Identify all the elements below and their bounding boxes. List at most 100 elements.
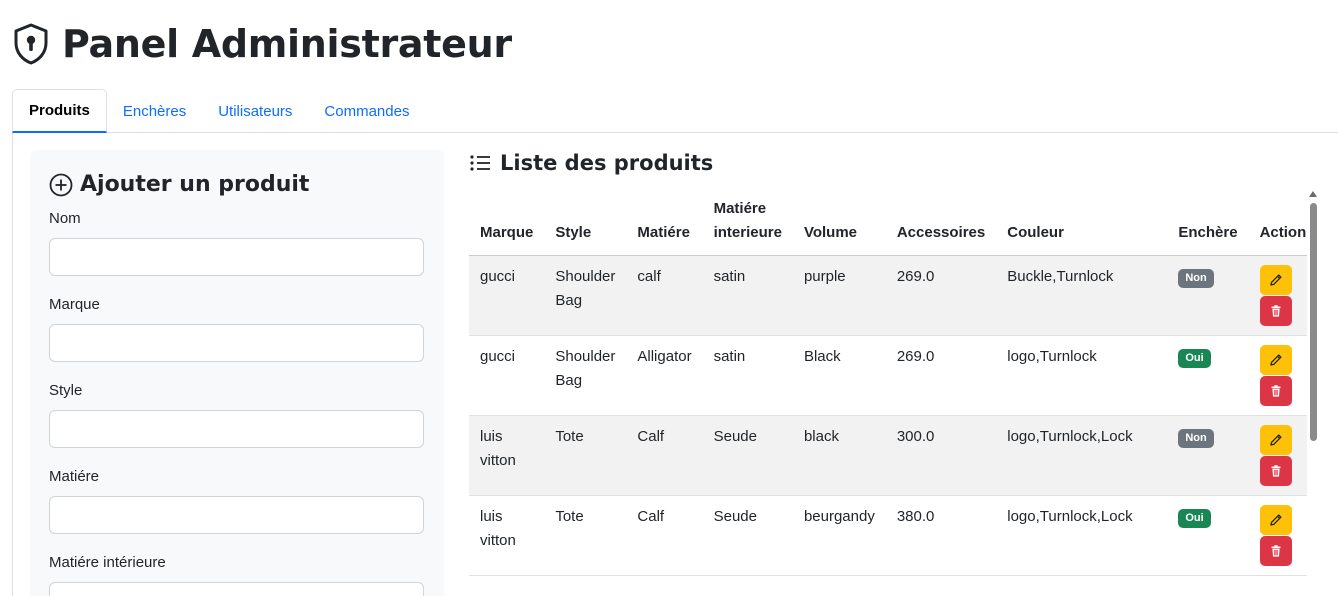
scrollbar-thumb[interactable] <box>1310 203 1317 441</box>
nom-input[interactable] <box>49 238 424 276</box>
tab-content: Ajouter un produit Nom Marque Style Mati… <box>12 133 1338 596</box>
status-badge: Non <box>1178 429 1214 448</box>
page-title: Panel Administrateur <box>62 22 512 66</box>
form-title-text: Ajouter un produit <box>80 172 310 197</box>
matiere-input[interactable] <box>49 496 424 534</box>
table-row: luis vitton Tote Calf Seude black 300.0 … <box>469 415 1307 496</box>
add-product-form: Ajouter un produit Nom Marque Style Mati… <box>30 150 444 596</box>
pencil-icon <box>1269 434 1282 446</box>
cell-enchere: Non <box>1167 255 1249 336</box>
cell-marque: gucci <box>469 255 545 336</box>
matiere-interieure-input[interactable] <box>49 582 424 596</box>
scroll-up-arrow-icon[interactable] <box>1309 191 1317 197</box>
pencil-icon <box>1269 514 1282 526</box>
cell-enchere: Oui <box>1167 335 1249 416</box>
cell-accessoires: 269.0 <box>885 255 997 336</box>
nom-label: Nom <box>49 210 81 227</box>
cell-volume: black <box>792 415 886 496</box>
pencil-icon <box>1269 354 1282 366</box>
cell-actions <box>1248 255 1307 336</box>
edit-button[interactable] <box>1259 345 1292 375</box>
cell-style: Tote <box>544 415 627 496</box>
column-header-accessoires: Accessoires <box>885 189 997 256</box>
product-list-title-text: Liste des produits <box>500 151 714 175</box>
cell-couleur: logo,Turnlock,Lock <box>996 415 1168 496</box>
edit-button[interactable] <box>1259 505 1292 535</box>
delete-button[interactable] <box>1259 376 1292 406</box>
cell-matiere: calf <box>626 255 703 336</box>
column-header-volume: Volume <box>792 189 886 256</box>
edit-button[interactable] <box>1259 425 1292 455</box>
cell-accessoires: 269.0 <box>885 335 997 416</box>
table-header-row: Marque Style Matiére Matiére interieure … <box>469 189 1307 256</box>
matiere-interieure-label: Matiére intérieure <box>49 554 166 571</box>
table-scrollbar[interactable] <box>1307 189 1319 596</box>
cell-matiere: Calf <box>626 415 703 496</box>
cell-style: Shoulder Bag <box>544 335 627 416</box>
cell-actions <box>1248 495 1307 576</box>
column-header-matiere: Matiére <box>626 189 703 256</box>
delete-button[interactable] <box>1259 296 1292 326</box>
table-row: luis vitton Tote Calf Seude beurgandy 38… <box>469 495 1307 576</box>
tab-utilisateurs[interactable]: Utilisateurs <box>202 89 308 133</box>
cell-matiere-interieure: Seude <box>702 495 793 576</box>
cell-volume: Black <box>792 335 886 416</box>
column-header-enchere: Enchère <box>1167 189 1249 256</box>
tab-encheres[interactable]: Enchères <box>107 89 202 133</box>
cell-accessoires: 380.0 <box>885 495 997 576</box>
cell-matiere-interieure: satin <box>702 255 793 336</box>
table-row: gucci Shoulder Bag Alligator satin Black… <box>469 335 1307 416</box>
delete-button[interactable] <box>1259 536 1292 566</box>
column-header-style: Style <box>544 189 627 256</box>
cell-marque: luis vitton <box>469 495 545 576</box>
cell-volume: beurgandy <box>792 495 886 576</box>
cell-actions <box>1248 335 1307 416</box>
shield-keyhole-icon <box>12 22 50 66</box>
cell-couleur: logo,Turnlock,Lock <box>996 495 1168 576</box>
cell-marque: luis vitton <box>469 415 545 496</box>
cell-marque: gucci <box>469 335 545 416</box>
cell-actions <box>1248 415 1307 496</box>
style-label: Style <box>49 382 83 399</box>
trash-icon <box>1271 385 1281 397</box>
form-title: Ajouter un produit <box>49 172 309 197</box>
column-header-matiere-interieure: Matiére interieure <box>702 189 793 256</box>
column-header-couleur: Couleur <box>996 189 1168 256</box>
cell-matiere: Alligator <box>626 335 703 416</box>
column-header-marque: Marque <box>469 189 545 256</box>
table-row: gucci Shoulder Bag calf satin purple 269… <box>469 255 1307 336</box>
marque-label: Marque <box>49 296 100 313</box>
list-icon <box>470 155 490 171</box>
cell-matiere-interieure: satin <box>702 335 793 416</box>
trash-icon <box>1271 545 1281 557</box>
product-table: Marque Style Matiére Matiére interieure … <box>469 189 1307 576</box>
cell-style: Shoulder Bag <box>544 255 627 336</box>
tab-commandes[interactable]: Commandes <box>308 89 425 133</box>
edit-button[interactable] <box>1259 265 1292 295</box>
product-list-title: Liste des produits <box>469 151 713 175</box>
cell-couleur: Buckle,Turnlock <box>996 255 1168 336</box>
tab-bar: Produits Enchères Utilisateurs Commandes <box>12 89 1338 133</box>
cell-enchere: Non <box>1167 415 1249 496</box>
status-badge: Oui <box>1178 509 1211 528</box>
plus-circle-icon <box>49 173 73 196</box>
product-table-container[interactable]: Marque Style Matiére Matiére interieure … <box>469 189 1307 596</box>
cell-enchere: Oui <box>1167 495 1249 576</box>
cell-accessoires: 300.0 <box>885 415 997 496</box>
cell-style: Tote <box>544 495 627 576</box>
column-header-actions: Actions <box>1248 189 1307 256</box>
tab-produits[interactable]: Produits <box>12 89 107 133</box>
trash-icon <box>1271 305 1281 317</box>
trash-icon <box>1271 465 1281 477</box>
page-header: Panel Administrateur <box>12 18 512 70</box>
marque-input[interactable] <box>49 324 424 362</box>
cell-volume: purple <box>792 255 886 336</box>
matiere-label: Matiére <box>49 468 100 485</box>
pencil-icon <box>1269 274 1282 286</box>
style-input[interactable] <box>49 410 424 448</box>
cell-matiere: Calf <box>626 495 703 576</box>
delete-button[interactable] <box>1259 456 1292 486</box>
cell-matiere-interieure: Seude <box>702 415 793 496</box>
status-badge: Oui <box>1178 349 1211 368</box>
status-badge: Non <box>1178 269 1214 288</box>
